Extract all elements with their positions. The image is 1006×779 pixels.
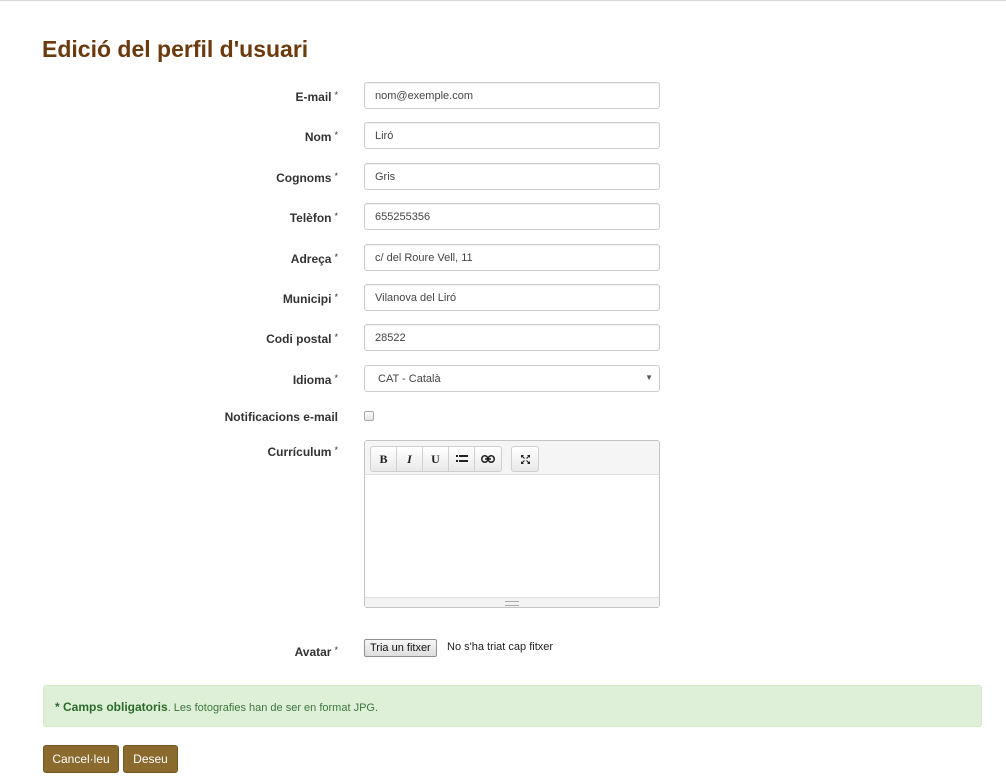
fullscreen-button-group — [511, 446, 539, 472]
municipi-label: Municipi * — [282, 292, 338, 306]
save-button[interactable]: Deseu — [123, 745, 178, 773]
italic-button[interactable]: I — [397, 447, 423, 471]
email-label: E-mail * — [295, 90, 338, 104]
info-alert: * Camps obligatoris. Les fotografies han… — [43, 685, 982, 727]
idioma-select[interactable]: CAT - Català ▼ — [364, 365, 660, 392]
alert-message: . Les fotografies han de ser en format J… — [167, 702, 379, 714]
avatar-row: Avatar * Tria un fitxer No s'ha triat cap… — [0, 639, 1006, 669]
fullscreen-icon[interactable] — [512, 447, 538, 471]
notificacions-row: Notificacions e-mail — [0, 405, 1006, 435]
bold-button[interactable]: B — [371, 447, 397, 471]
editor-toolbar: B I U — [365, 441, 659, 475]
avatar-label: Avatar * — [294, 645, 338, 659]
nom-label: Nom * — [304, 130, 338, 144]
page-title: Edició del perfil d'usuari — [42, 36, 309, 62]
codi-postal-row: Codi postal * — [0, 324, 1006, 354]
email-row: E-mail * — [0, 82, 1006, 112]
notificacions-label: Notificacions e-mail — [224, 410, 338, 424]
alert-strong: * Camps obligatoris — [55, 700, 168, 714]
cognoms-row: Cognoms * — [0, 163, 1006, 193]
curriculum-editor[interactable]: B I U — [364, 440, 660, 608]
idioma-row: Idioma * CAT - Català ▼ — [0, 365, 1006, 395]
idioma-label: Idioma * — [292, 373, 338, 387]
cancel-button[interactable]: Cancel·leu — [43, 745, 119, 773]
cognoms-label: Cognoms * — [276, 171, 338, 185]
notificacions-checkbox[interactable] — [364, 411, 374, 421]
choose-file-button[interactable]: Tria un fitxer — [364, 639, 437, 657]
email-field[interactable] — [364, 82, 660, 109]
curriculum-label: Currículum * — [267, 445, 338, 459]
codi-postal-label: Codi postal * — [266, 332, 338, 346]
grip-icon — [505, 601, 519, 606]
cognoms-field[interactable] — [364, 163, 660, 190]
telefon-label: Telèfon * — [289, 211, 338, 225]
adreca-row: Adreça * — [0, 244, 1006, 274]
adreca-label: Adreça * — [290, 252, 338, 266]
nom-field[interactable] — [364, 122, 660, 149]
municipi-field[interactable] — [364, 284, 660, 311]
alert-text: * Camps obligatoris. Les fotografies han… — [55, 700, 378, 714]
underline-button[interactable]: U — [423, 447, 449, 471]
editor-resize-handle[interactable] — [365, 597, 659, 607]
chevron-down-icon: ▼ — [645, 373, 653, 382]
page-frame: Edició del perfil d'usuari E-mail* Nom* … — [0, 0, 1006, 779]
codi-postal-field[interactable] — [364, 324, 660, 351]
telefon-row: Telèfon * — [0, 203, 1006, 233]
nom-row: Nom * — [0, 122, 1006, 152]
list-icon[interactable] — [449, 447, 475, 471]
file-status: No s'ha triat cap fitxer — [447, 641, 554, 653]
telefon-field[interactable] — [364, 203, 660, 230]
idioma-selected-value: CAT - Català — [378, 373, 441, 385]
format-button-group: B I U — [370, 446, 502, 472]
adreca-field[interactable] — [364, 244, 660, 271]
link-icon[interactable] — [475, 447, 501, 471]
municipi-row: Municipi * — [0, 284, 1006, 314]
